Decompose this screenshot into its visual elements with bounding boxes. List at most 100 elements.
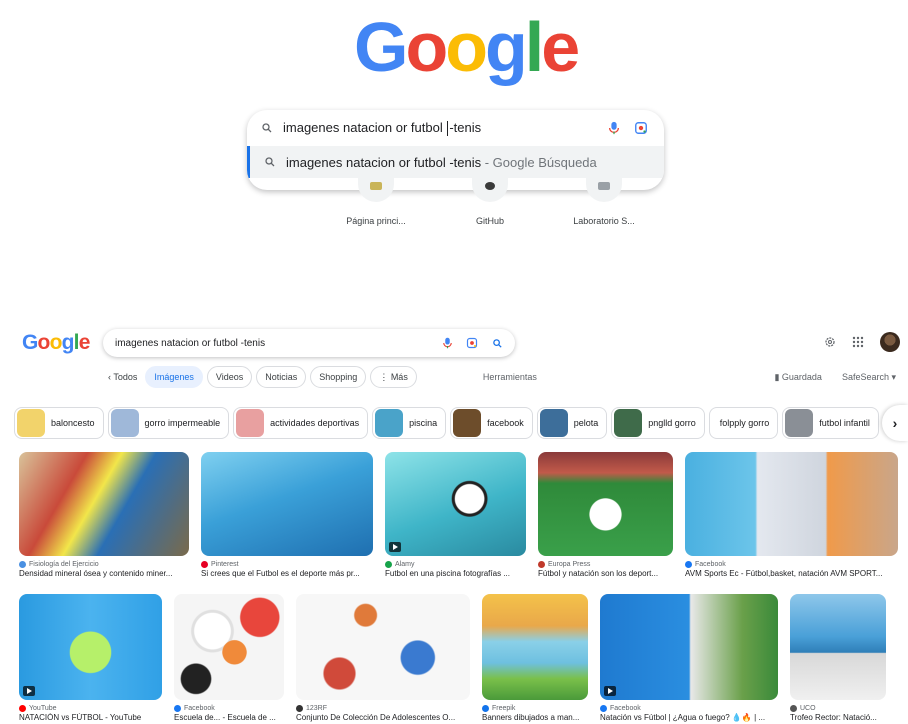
result-thumbnail[interactable] <box>19 594 162 700</box>
gear-icon[interactable] <box>824 336 836 348</box>
google-logo-small[interactable]: Google <box>22 331 90 355</box>
image-result-card[interactable]: UCO Trofeo Rector: Natació... <box>790 594 886 722</box>
image-result-card[interactable]: Facebook Escuela de... - Escuela de ... <box>174 594 284 722</box>
search-query-text: imagenes natacion or futbol -tenis <box>283 119 482 137</box>
shortcut-favicon <box>358 178 394 202</box>
search-icon <box>265 157 275 167</box>
result-title[interactable]: Conjunto De Colección De Adolescentes O.… <box>296 713 470 722</box>
result-source[interactable]: Freepik <box>482 705 588 712</box>
microphone-icon[interactable] <box>443 337 452 349</box>
search-icon <box>262 123 272 133</box>
result-source[interactable]: YouTube <box>19 705 162 712</box>
video-play-icon <box>389 542 401 552</box>
result-thumbnail[interactable] <box>538 452 673 556</box>
result-source[interactable]: UCO <box>790 705 886 712</box>
result-title[interactable]: Densidad mineral ósea y contenido miner.… <box>19 569 189 578</box>
filter-thumbnail <box>539 409 568 437</box>
result-title[interactable]: Si crees que el Futbol es el deporte más… <box>201 569 373 578</box>
image-result-card[interactable]: Freepik Banners dibujados a man... <box>482 594 588 722</box>
shortcut-github[interactable]: GitHub <box>444 178 536 226</box>
image-result-card[interactable]: Facebook AVM Sports Ec - Fútbol,basket, n… <box>685 452 898 578</box>
result-thumbnail[interactable] <box>385 452 526 556</box>
filter-chip[interactable]: facebook <box>450 407 533 439</box>
tab-noticias[interactable]: Noticias <box>256 366 307 388</box>
image-result-card[interactable]: 123RF Conjunto De Colección De Adolescent… <box>296 594 470 722</box>
result-title[interactable]: Natación vs Fútbol | ¿Agua o fuego? 💧🔥 |… <box>600 713 778 722</box>
saved-label: Guardada <box>781 372 822 382</box>
shortcuts-row: Página princi... GitHub Laboratorio S... <box>330 178 650 226</box>
lens-camera-icon[interactable] <box>634 121 648 135</box>
filter-chip[interactable]: piscina <box>372 407 447 439</box>
suggestion-item[interactable]: imagenes natacion or futbol -tenis - Goo… <box>247 146 664 178</box>
result-source[interactable]: Alamy <box>385 561 526 568</box>
result-title[interactable]: AVM Sports Ec - Fútbol,basket, natación … <box>685 569 898 578</box>
result-source[interactable]: Facebook <box>600 705 778 712</box>
filter-chips: baloncesto gorro impermeable actividades d… <box>14 407 879 439</box>
result-thumbnail[interactable] <box>201 452 373 556</box>
apps-grid-icon[interactable] <box>852 336 864 348</box>
result-source[interactable]: Facebook <box>685 561 898 568</box>
result-source[interactable]: Facebook <box>174 705 284 712</box>
chevron-right-icon[interactable]: › <box>882 405 908 441</box>
tab-todos[interactable]: ‹ Todos <box>104 366 141 388</box>
shortcut-laboratorio[interactable]: Laboratorio S... <box>558 178 650 226</box>
result-thumbnail[interactable] <box>482 594 588 700</box>
google-logo: Google <box>354 8 580 86</box>
filter-chip[interactable]: gorro impermeable <box>107 407 230 439</box>
result-title[interactable]: Escuela de... - Escuela de ... <box>174 713 284 722</box>
result-title[interactable]: Futbol en una piscina fotografías ... <box>385 569 526 578</box>
result-thumbnail[interactable] <box>174 594 284 700</box>
shortcut-favicon <box>586 178 622 202</box>
shortcut-label: Página princi... <box>346 216 406 226</box>
avatar[interactable] <box>880 332 900 352</box>
image-result-card[interactable]: Alamy Futbol en una piscina fotografías .… <box>385 452 526 578</box>
results-search-input[interactable]: imagenes natacion or futbol -tenis <box>103 329 515 357</box>
result-thumbnail[interactable] <box>685 452 898 556</box>
filter-chip[interactable]: actividades deportivas <box>233 407 369 439</box>
filter-chip[interactable]: futbol infantil <box>782 407 879 439</box>
filter-thumbnail <box>110 409 139 437</box>
result-title[interactable]: NATACIÓN vs FÚTBOL - YouTube <box>19 713 162 722</box>
lens-camera-icon[interactable] <box>466 337 478 349</box>
result-thumbnail[interactable] <box>600 594 778 700</box>
result-title[interactable]: Trofeo Rector: Natació... <box>790 713 886 722</box>
search-icon[interactable] <box>492 338 503 349</box>
result-thumbnail[interactable] <box>19 452 189 556</box>
tab-imagenes[interactable]: Imágenes <box>145 366 203 388</box>
result-title[interactable]: Banners dibujados a man... <box>482 713 588 722</box>
shortcut-pagina-principal[interactable]: Página princi... <box>330 178 422 226</box>
image-result-card[interactable]: Pinterest Si crees que el Futbol es el de… <box>201 452 373 578</box>
tab-videos[interactable]: Videos <box>206 366 253 388</box>
microphone-icon[interactable] <box>608 121 620 135</box>
filter-chip-label: pnglld gorro <box>648 418 696 428</box>
result-source[interactable]: Pinterest <box>201 561 373 568</box>
image-result-card[interactable]: YouTube NATACIÓN vs FÚTBOL - YouTube <box>19 594 162 722</box>
github-icon <box>472 178 508 202</box>
result-thumbnail[interactable] <box>790 594 886 700</box>
tab-shopping[interactable]: Shopping <box>310 366 367 388</box>
image-result-card[interactable]: Europa Press Fútbol y natación son los de… <box>538 452 673 578</box>
bookmark-icon: ▮ <box>774 372 782 382</box>
source-name: Europa Press <box>548 561 591 568</box>
tab-mas[interactable]: ⋮ Más <box>370 366 417 388</box>
filter-chip-label: futbol infantil <box>819 418 870 428</box>
result-title[interactable]: Fútbol y natación son los deport... <box>538 569 673 578</box>
filter-chip[interactable]: baloncesto <box>14 407 104 439</box>
result-thumbnail[interactable] <box>296 594 470 700</box>
filter-chip[interactable]: folpply gorro <box>708 407 779 439</box>
result-source[interactable]: Europa Press <box>538 561 673 568</box>
video-play-icon <box>604 686 616 696</box>
filter-chip[interactable]: pelota <box>536 407 608 439</box>
filter-chip[interactable]: pnglld gorro <box>611 407 705 439</box>
image-result-card[interactable]: Fisiología del Ejercicio Densidad mineral… <box>19 452 189 578</box>
image-result-card[interactable]: Facebook Natación vs Fútbol | ¿Agua o fue… <box>600 594 778 722</box>
search-input[interactable]: imagenes natacion or futbol -tenis <box>247 110 664 146</box>
result-source[interactable]: Fisiología del Ejercicio <box>19 561 189 568</box>
saved-button[interactable]: ▮ Guardada <box>774 372 821 383</box>
result-source[interactable]: 123RF <box>296 705 470 712</box>
filter-thumbnail <box>236 409 265 437</box>
filter-thumbnail <box>375 409 404 437</box>
safesearch-button[interactable]: SafeSearch ▾ <box>842 372 896 383</box>
suggestion-query: imagenes natacion or futbol -tenis <box>286 154 482 170</box>
tools-button[interactable]: Herramientas <box>483 372 537 382</box>
